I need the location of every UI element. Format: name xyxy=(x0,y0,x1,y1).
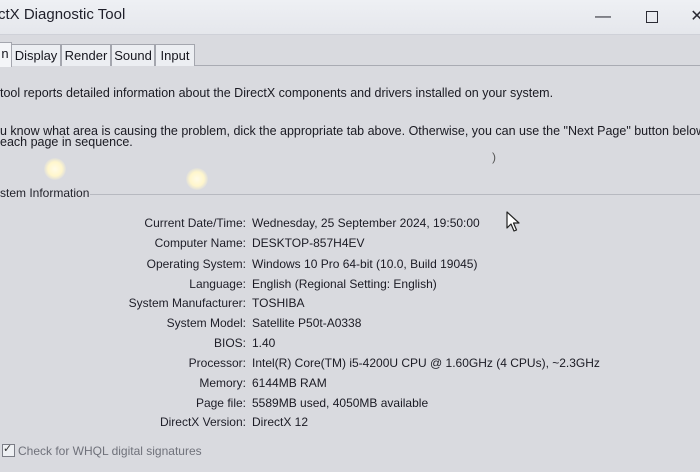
info-row-datetime: Current Date/Time: Wednesday, 25 Septemb… xyxy=(0,216,700,235)
whql-label: Check for WHQL digital signatures xyxy=(18,444,202,458)
info-label: Memory: xyxy=(199,376,246,390)
screen-glare xyxy=(186,168,208,190)
info-value: 6144MB RAM xyxy=(252,376,327,390)
info-label: Page file: xyxy=(195,396,246,410)
info-row-manufacturer: System Manufacturer: TOSHIBA xyxy=(0,296,700,315)
info-row-page-file: Page file: 5589MB used, 4050MB available xyxy=(0,396,700,415)
info-label: System Model: xyxy=(166,316,246,330)
intro-line-3: each page in sequence. xyxy=(0,135,133,149)
whql-checkbox[interactable] xyxy=(2,442,15,457)
info-value: DESKTOP-857H4EV xyxy=(252,236,365,250)
info-label: Language: xyxy=(189,277,246,291)
screen-glare xyxy=(44,158,66,180)
intro-line-1: tool reports detailed information about … xyxy=(0,86,554,100)
system-information-heading: stem Information xyxy=(0,186,90,200)
info-label: System Manufacturer: xyxy=(128,296,246,310)
close-button[interactable]: ✕ xyxy=(686,6,700,28)
tab-input[interactable]: Input xyxy=(155,44,195,66)
tab-display[interactable]: Display xyxy=(11,44,61,66)
info-value: DirectX 12 xyxy=(252,415,309,429)
info-value: TOSHIBA xyxy=(252,296,305,310)
info-label: Operating System: xyxy=(146,257,246,271)
window-title: ctX Diagnostic Tool xyxy=(0,6,126,23)
minimize-button[interactable]: — xyxy=(592,6,614,28)
info-value: Windows 10 Pro 64-bit (10.0, Build 19045… xyxy=(252,257,478,271)
info-row-language: Language: English (Regional Setting: Eng… xyxy=(0,277,700,296)
maximize-icon xyxy=(646,11,658,23)
info-value: Intel(R) Core(TM) i5-4200U CPU @ 1.60GHz… xyxy=(252,356,600,370)
info-row-processor: Processor: Intel(R) Core(TM) i5-4200U CP… xyxy=(0,356,700,375)
info-label: Current Date/Time: xyxy=(144,216,246,230)
info-value: English (Regional Setting: English) xyxy=(252,277,437,291)
tab-render[interactable]: Render xyxy=(61,44,111,66)
info-row-model: System Model: Satellite P50t-A0338 xyxy=(0,316,700,335)
tab-sound[interactable]: Sound xyxy=(111,44,155,66)
whql-checkbox-row[interactable]: Check for WHQL digital signatures xyxy=(2,442,202,458)
info-row-memory: Memory: 6144MB RAM xyxy=(0,376,700,395)
info-value: 1.40 xyxy=(252,336,276,350)
info-value: Satellite P50t-A0338 xyxy=(252,316,362,330)
info-label: DirectX Version: xyxy=(159,415,246,429)
info-row-bios: BIOS: 1.40 xyxy=(0,336,700,355)
info-row-computer-name: Computer Name: DESKTOP-857H4EV xyxy=(0,236,700,255)
group-divider xyxy=(90,194,700,195)
info-value: Wednesday, 25 September 2024, 19:50:00 xyxy=(252,216,480,230)
info-label: Computer Name: xyxy=(154,236,246,250)
info-label: Processor: xyxy=(188,356,246,370)
title-bar: ctX Diagnostic Tool — ✕ xyxy=(0,0,700,35)
screen-mark: ) xyxy=(492,150,496,164)
info-row-directx: DirectX Version: DirectX 12 xyxy=(0,415,700,434)
mouse-pointer-icon xyxy=(506,211,520,232)
info-row-os: Operating System: Windows 10 Pro 64-bit … xyxy=(0,257,700,276)
info-label: BIOS: xyxy=(213,336,246,350)
info-value: 5589MB used, 4050MB available xyxy=(252,396,429,410)
maximize-button[interactable] xyxy=(641,6,663,28)
